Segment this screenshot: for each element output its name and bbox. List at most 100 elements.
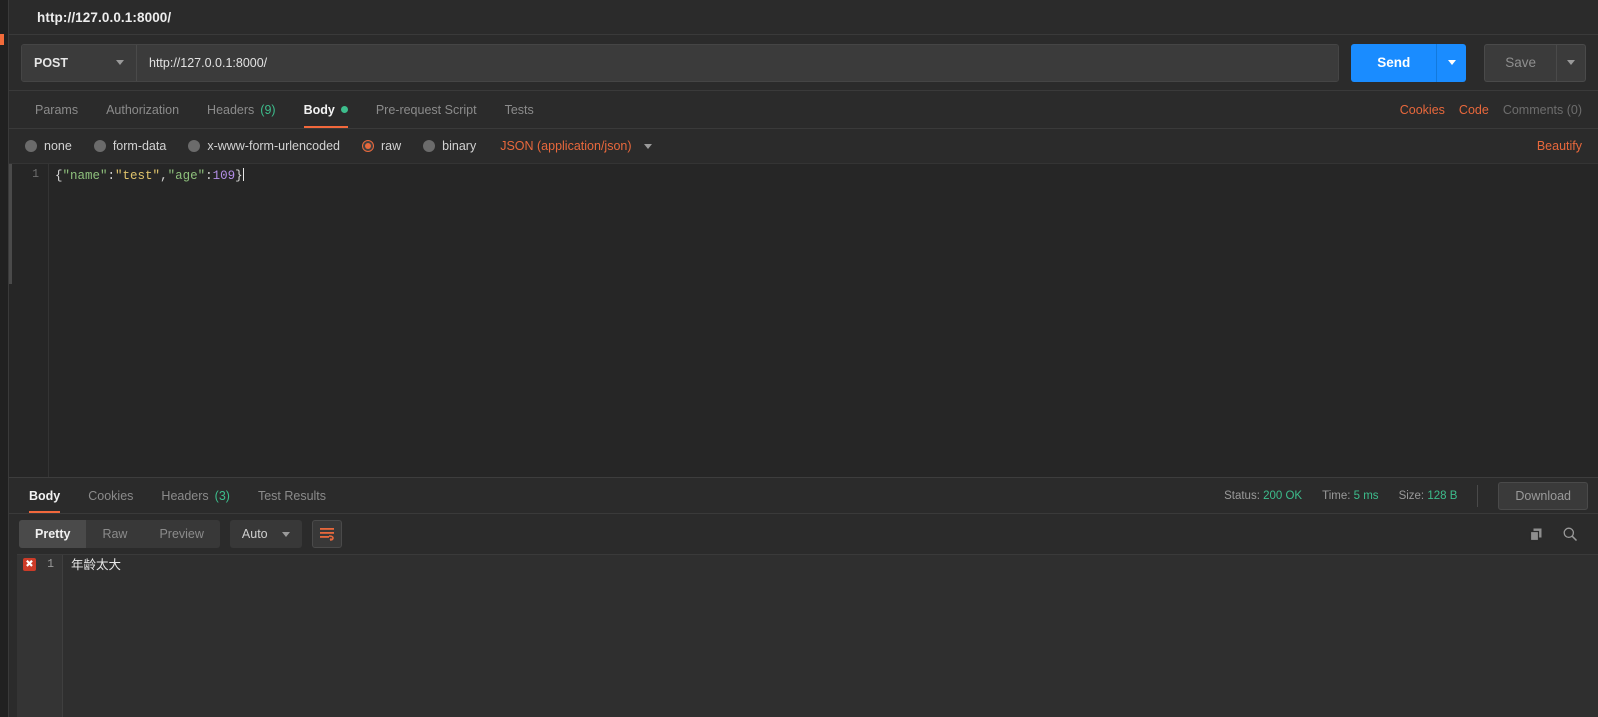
code-token: {: [55, 169, 63, 183]
body-type-none[interactable]: none: [25, 139, 72, 153]
tab-params[interactable]: Params: [21, 91, 92, 128]
error-icon: ✖: [23, 558, 36, 571]
body-type-label: form-data: [112, 139, 167, 153]
comments-link[interactable]: Comments (0): [1503, 103, 1582, 117]
tab-label: Cookies: [88, 488, 134, 503]
url-bar: POST Send Save: [9, 35, 1598, 91]
tab-tests[interactable]: Tests: [491, 91, 548, 128]
view-mode-preview[interactable]: Preview: [143, 520, 219, 548]
tab-count: (9): [260, 102, 276, 117]
format-dropdown[interactable]: Auto: [229, 520, 302, 548]
left-rail: [0, 0, 9, 717]
status-label: Status:: [1224, 489, 1260, 502]
chevron-down-icon: [1567, 60, 1575, 65]
view-mode-segmented-control: Pretty Raw Preview: [19, 520, 220, 548]
code-token: 109: [212, 169, 236, 183]
chevron-down-icon: [281, 531, 290, 537]
time-label: Time:: [1322, 489, 1351, 502]
tab-authorization[interactable]: Authorization: [92, 91, 193, 128]
body-type-binary[interactable]: binary: [423, 139, 476, 153]
body-type-label: none: [44, 139, 72, 153]
response-tab-headers[interactable]: Headers (3): [147, 478, 244, 513]
radio-icon: [93, 140, 106, 152]
tab-label: Authorization: [106, 102, 180, 117]
response-gutter-line: ✖ 1: [17, 558, 62, 571]
response-tab-cookies[interactable]: Cookies: [74, 478, 147, 513]
tab-label: Tests: [504, 102, 534, 117]
content-type-label: JSON (application/json): [500, 139, 632, 153]
body-type-x-www-form-urlencoded[interactable]: x-www-form-urlencoded: [188, 139, 340, 153]
time-value: 5 ms: [1353, 489, 1379, 502]
code-token: "test": [115, 169, 161, 183]
divider: [1477, 484, 1479, 507]
body-type-form-data[interactable]: form-data: [93, 139, 167, 153]
tab-body[interactable]: Body: [290, 91, 362, 128]
tab-headers[interactable]: Headers (9): [193, 91, 290, 128]
save-button[interactable]: Save: [1484, 43, 1556, 82]
request-tab-actions: Cookies Code Comments (0): [1400, 91, 1598, 128]
tab-label: Body: [29, 488, 61, 503]
tab-label: Test Results: [257, 488, 327, 503]
send-options-button[interactable]: [1436, 43, 1467, 82]
editor-gutter: 1: [9, 164, 49, 477]
tab-count: (3): [214, 488, 230, 503]
editor-line-number: 1: [32, 168, 39, 181]
text-cursor: [242, 168, 244, 181]
code-link[interactable]: Code: [1459, 103, 1489, 117]
editor-scrollbar[interactable]: [9, 164, 12, 284]
copy-icon: [1529, 528, 1542, 541]
size-label: Size:: [1398, 489, 1425, 502]
save-options-button[interactable]: [1556, 43, 1586, 82]
status-value: 200 OK: [1263, 489, 1303, 502]
cookies-link[interactable]: Cookies: [1400, 103, 1445, 117]
response-tabs: Body Cookies Headers (3) Test Results St…: [9, 478, 1598, 514]
response-body-viewer[interactable]: ✖ 1 年龄太大: [17, 554, 1598, 717]
tab-pre-request-script[interactable]: Pre-request Script: [362, 91, 491, 128]
body-type-raw[interactable]: raw: [362, 139, 401, 153]
main-area: http://127.0.0.1:8000/ POST Send Save: [9, 0, 1598, 717]
request-tabs: Params Authorization Headers (9) Body Pr…: [9, 91, 1598, 129]
body-type-label: x-www-form-urlencoded: [207, 139, 340, 153]
body-type-label: raw: [381, 139, 402, 153]
url-input[interactable]: [137, 44, 1339, 81]
save-group: Save: [1484, 43, 1586, 82]
search-button[interactable]: [1562, 526, 1578, 542]
word-wrap-icon: [319, 528, 334, 541]
code-token: "age": [167, 169, 206, 183]
content-type-dropdown[interactable]: JSON (application/json): [500, 139, 652, 153]
search-icon: [1563, 527, 1578, 542]
download-button[interactable]: Download: [1498, 481, 1588, 510]
response-toolbar-actions: [1529, 526, 1588, 542]
chevron-down-icon: [1447, 60, 1456, 65]
response-body-text: 年龄太大: [71, 557, 122, 572]
code-token: ,: [160, 169, 168, 183]
response-section: Body Cookies Headers (3) Test Results St…: [9, 477, 1598, 717]
editor-code-area[interactable]: {"name":"test","age":109}: [49, 164, 1598, 477]
status-meta: Status: 200 OK: [1224, 490, 1302, 502]
response-tab-body[interactable]: Body: [15, 478, 74, 513]
radio-icon: [25, 140, 37, 152]
copy-button[interactable]: [1529, 527, 1544, 542]
titlebar: http://127.0.0.1:8000/: [9, 0, 1598, 35]
word-wrap-button[interactable]: [311, 520, 342, 548]
code-token: :: [107, 169, 116, 183]
view-mode-raw[interactable]: Raw: [86, 520, 143, 548]
body-present-dot-icon: [340, 106, 348, 113]
view-mode-pretty[interactable]: Pretty: [19, 520, 87, 548]
tab-label: Headers: [161, 488, 209, 503]
tab-label: Params: [35, 102, 79, 117]
radio-selected-icon: [362, 140, 374, 152]
time-meta: Time: 5 ms: [1322, 490, 1378, 502]
response-tab-test-results[interactable]: Test Results: [244, 478, 340, 513]
size-meta: Size: 128 B: [1399, 490, 1458, 502]
radio-icon: [188, 140, 201, 152]
request-body-editor[interactable]: 1 {"name":"test","age":109}: [9, 163, 1598, 477]
body-type-row: none form-data x-www-form-urlencoded raw…: [9, 129, 1598, 163]
response-toolbar: Pretty Raw Preview Auto: [9, 514, 1598, 554]
beautify-button[interactable]: Beautify: [1537, 139, 1598, 153]
page-title: http://127.0.0.1:8000/: [37, 9, 172, 25]
method-dropdown[interactable]: POST: [22, 44, 137, 81]
response-meta: Status: 200 OK Time: 5 ms Size: 128 B Do…: [1224, 478, 1598, 513]
send-button[interactable]: Send: [1351, 43, 1437, 82]
method-label: POST: [34, 55, 69, 70]
